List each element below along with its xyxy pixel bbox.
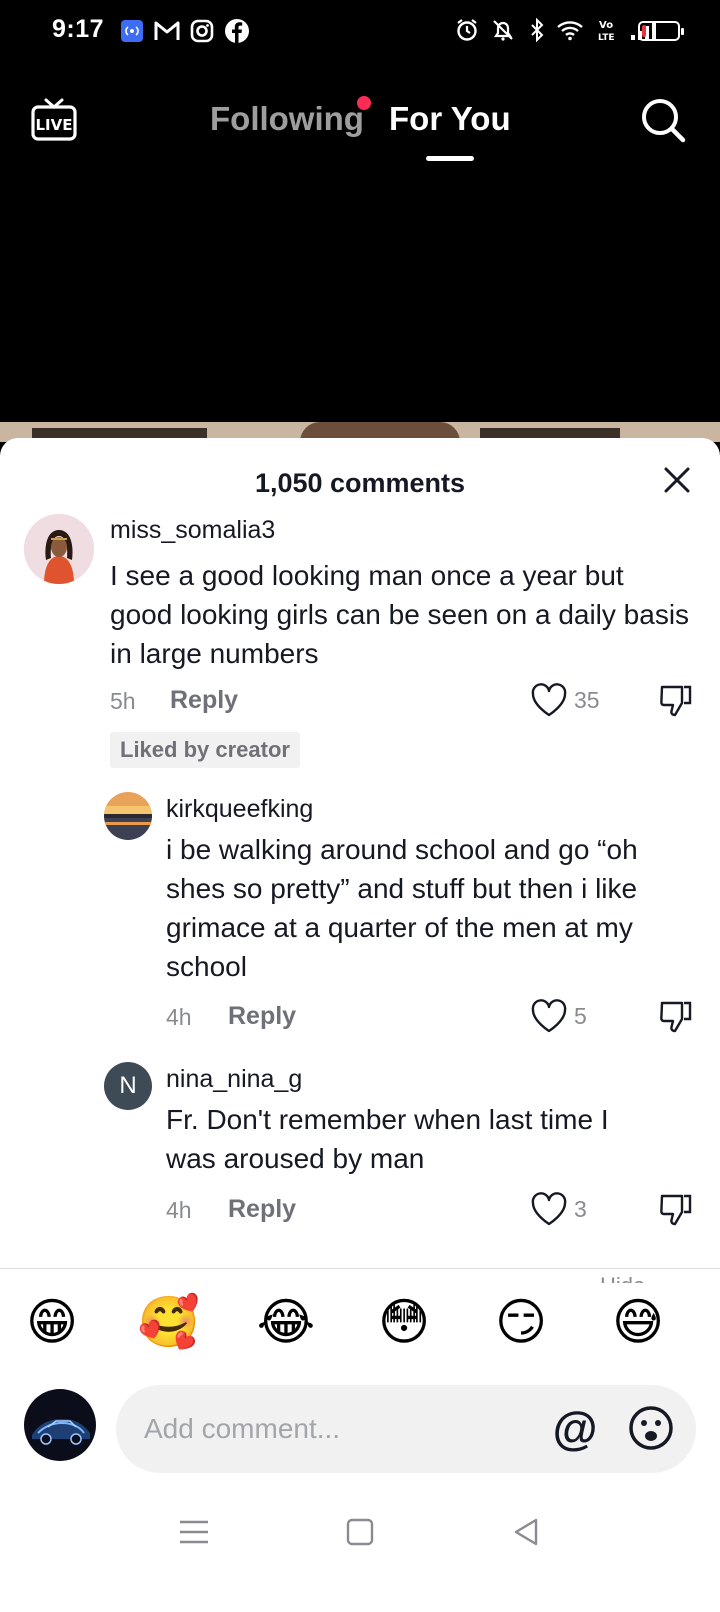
- volte-icon: Vo LTE: [598, 20, 615, 42]
- like-count: 3: [574, 1195, 587, 1222]
- status-bar: 9:17 Vo LTE: [0, 0, 720, 64]
- avatar-letter: N: [119, 1072, 137, 1099]
- reply-button[interactable]: Reply: [228, 1002, 296, 1031]
- divider: [0, 1268, 720, 1269]
- hide-replies-button[interactable]: Hide: [600, 1273, 645, 1283]
- search-icon[interactable]: [639, 96, 687, 144]
- tab-following[interactable]: Following: [210, 100, 364, 138]
- facebook-icon: [225, 19, 249, 43]
- comment-username[interactable]: nina_nina_g: [166, 1065, 302, 1094]
- emoji-picker-icon[interactable]: [628, 1405, 674, 1451]
- broadcast-icon: [121, 20, 143, 42]
- liked-by-creator-badge: Liked by creator: [110, 732, 300, 768]
- like-count: 35: [574, 686, 600, 713]
- notification-icons: [120, 18, 250, 44]
- quick-emoji-bar: 😁 🥰 😂 😳 😏 😅: [0, 1290, 720, 1360]
- close-icon[interactable]: [660, 463, 694, 497]
- top-nav: LIVE Following For You: [0, 80, 720, 170]
- tab-for-you[interactable]: For You: [389, 100, 511, 138]
- mute-icon: [493, 20, 513, 41]
- mention-button[interactable]: @: [550, 1401, 600, 1455]
- heart-icon: [531, 683, 567, 717]
- my-avatar[interactable]: [24, 1389, 96, 1461]
- comment-text: i be walking around school and go “oh sh…: [166, 834, 638, 982]
- reply-button[interactable]: Reply: [228, 1195, 296, 1224]
- system-icons: Vo LTE: [455, 18, 660, 42]
- system-nav-bar: [0, 1490, 720, 1612]
- instagram-icon: [190, 19, 214, 43]
- reply-button[interactable]: Reply: [170, 686, 238, 715]
- battery-level: [642, 25, 646, 37]
- emoji-joy[interactable]: 😂: [254, 1290, 318, 1354]
- emoji-sweat-smile[interactable]: 😅: [606, 1290, 670, 1354]
- home-icon[interactable]: [340, 1512, 380, 1552]
- avatar[interactable]: [24, 514, 94, 584]
- wifi-icon: [557, 21, 583, 41]
- like-button[interactable]: 5: [530, 998, 587, 1034]
- gmail-icon: [154, 21, 180, 40]
- comment-username[interactable]: kirkqueefking: [166, 795, 313, 824]
- svg-text:LTE: LTE: [598, 33, 615, 42]
- avatar[interactable]: N: [104, 1062, 152, 1110]
- comment-input[interactable]: [116, 1385, 696, 1473]
- emoji-grin[interactable]: 😁: [20, 1290, 84, 1354]
- emoji-flushed[interactable]: 😳: [372, 1290, 436, 1354]
- comments-count-title: 1,050 comments: [254, 468, 466, 498]
- like-count: 5: [574, 1002, 587, 1029]
- comment-time: 4h: [166, 1197, 192, 1223]
- comment-text: I see a good looking man once a year but…: [110, 560, 690, 669]
- battery-icon: [638, 21, 684, 41]
- like-button[interactable]: 35: [530, 682, 600, 718]
- live-icon[interactable]: LIVE: [30, 96, 78, 144]
- status-time: 9:17: [52, 15, 105, 43]
- like-button[interactable]: 3: [530, 1191, 587, 1227]
- notification-dot: [357, 96, 371, 110]
- menu-icon[interactable]: [174, 1512, 214, 1552]
- emoji-smirk[interactable]: 😏: [489, 1290, 553, 1354]
- comment-composer: @: [0, 1385, 720, 1475]
- active-tab-indicator: [426, 156, 474, 161]
- svg-text:Vo: Vo: [599, 20, 613, 31]
- comment-text: Fr. Don't remember when last time I was …: [166, 1104, 609, 1174]
- bluetooth-icon: [531, 18, 544, 42]
- dislike-icon[interactable]: [658, 683, 694, 719]
- heart-icon: [531, 999, 567, 1033]
- back-icon[interactable]: [506, 1512, 546, 1552]
- comment-time: 4h: [166, 1004, 192, 1030]
- avatar[interactable]: [104, 792, 152, 840]
- emoji-smiling-hearts[interactable]: 🥰: [137, 1290, 201, 1354]
- comment-time: 5h: [110, 688, 136, 714]
- comment-username[interactable]: miss_somalia3: [110, 516, 275, 545]
- alarm-icon: [457, 19, 477, 41]
- live-label: LIVE: [36, 116, 73, 134]
- dislike-icon[interactable]: [658, 1192, 694, 1228]
- heart-icon: [531, 1192, 567, 1226]
- dislike-icon[interactable]: [658, 999, 694, 1035]
